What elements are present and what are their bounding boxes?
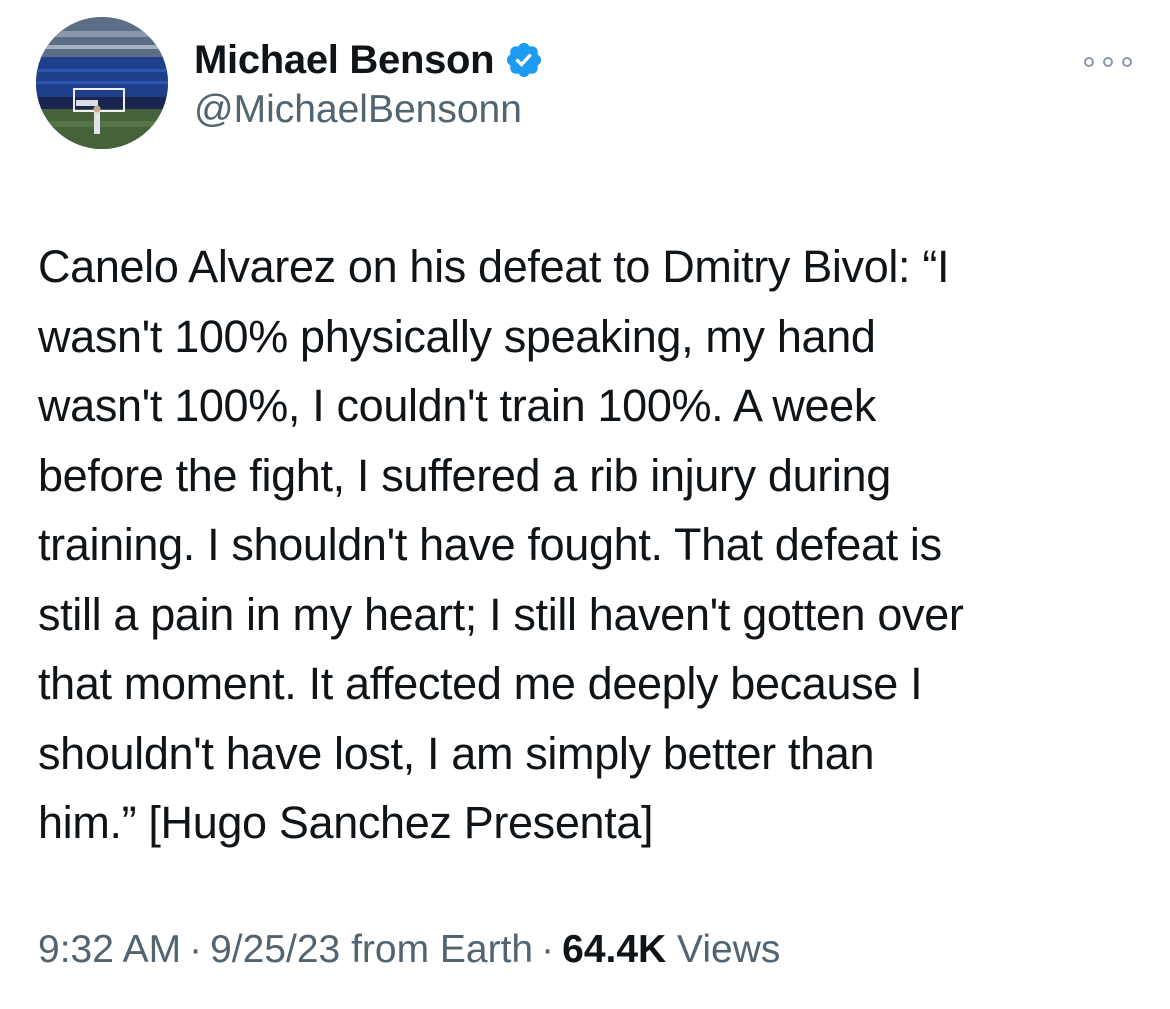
more-options-icon[interactable]	[1084, 52, 1132, 72]
meta-separator: ·	[189, 928, 203, 971]
author-handle[interactable]: @MichaelBensonn	[194, 88, 544, 132]
author-name-row: Michael Benson	[194, 34, 544, 86]
verified-badge-icon[interactable]	[504, 40, 544, 80]
tweet-time[interactable]: 9:32 AM	[38, 928, 181, 971]
author-display-name[interactable]: Michael Benson	[194, 38, 495, 83]
tweet-card: Michael Benson @MichaelBensonn Canelo Al…	[0, 0, 1170, 1009]
tweet-source: from Earth	[351, 928, 534, 971]
tweet-date[interactable]: 9/25/23	[210, 928, 340, 971]
more-dot	[1103, 57, 1113, 67]
stadium-photo-avatar	[36, 17, 168, 149]
meta-separator: ·	[541, 928, 555, 971]
views-count: 64.4K	[562, 928, 667, 971]
author-avatar[interactable]	[36, 17, 168, 149]
author-info: Michael Benson @MichaelBensonn	[194, 34, 544, 132]
more-dot	[1084, 57, 1094, 67]
tweet-text: Canelo Alvarez on his defeat to Dmitry B…	[38, 241, 964, 848]
more-dot	[1122, 57, 1132, 67]
views-label: Views	[677, 928, 781, 971]
tweet-metadata: 9:32 AM · 9/25/23 from Earth · 64.4K Views	[38, 928, 780, 972]
